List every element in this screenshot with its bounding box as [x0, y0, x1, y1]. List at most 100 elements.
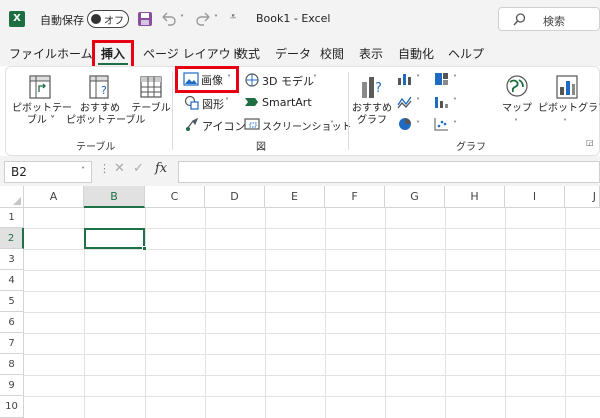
scatter-chart-icon[interactable]: [434, 117, 450, 131]
formula-input[interactable]: [178, 161, 600, 183]
column-header-g[interactable]: G: [385, 186, 445, 208]
grid-line: [24, 333, 600, 334]
row-header-2[interactable]: 2: [0, 228, 24, 249]
row-header-9[interactable]: 9: [0, 375, 24, 396]
worksheet-grid[interactable]: A B C D E F G H I J 1 2 3 4 5 6 7 8 9 10: [0, 186, 600, 418]
map-icon: [506, 75, 528, 97]
recommended-chart-button[interactable]: おすすめ グラフ: [350, 103, 394, 127]
screenshot-dropdown-icon[interactable]: ˅: [330, 120, 334, 129]
tab-review[interactable]: 校閲: [320, 45, 344, 62]
document-title: Book1 - Excel: [256, 12, 331, 25]
column-header-e[interactable]: E: [265, 186, 325, 208]
shapes-icon: [184, 95, 199, 110]
row-header-8[interactable]: 8: [0, 354, 24, 375]
column-chart-icon[interactable]: [397, 72, 413, 86]
recommended-pivot-icon: ?: [89, 75, 109, 99]
grid-line: [205, 208, 206, 418]
search-placeholder: 検索: [543, 15, 565, 28]
insert-function-button[interactable]: fx: [155, 161, 167, 176]
name-box-dropdown-icon[interactable]: ˅: [81, 166, 85, 175]
3d-model-dropdown-icon[interactable]: ˅: [313, 74, 317, 83]
line-chart-icon[interactable]: [397, 95, 413, 109]
row-header-4[interactable]: 4: [0, 270, 24, 291]
row-header-1[interactable]: 1: [0, 208, 24, 228]
enter-icon[interactable]: ✓: [133, 161, 144, 176]
tab-home[interactable]: ホーム: [57, 45, 93, 62]
tab-data[interactable]: データ: [275, 45, 311, 62]
autosave-state: オフ: [104, 16, 124, 27]
screenshot-icon: [244, 118, 260, 130]
pivot-table-button[interactable]: ピボットテー ブル ˅: [12, 103, 72, 127]
hierarchy-chart-dropdown-icon[interactable]: ˅: [453, 74, 457, 83]
3d-model-button[interactable]: 3D モデル: [262, 73, 314, 89]
undo-dropdown-icon[interactable]: ˅: [180, 14, 184, 23]
column-header-h[interactable]: H: [445, 186, 505, 208]
group-label-illustrations: 図: [256, 142, 266, 153]
table-button[interactable]: テーブル: [131, 103, 171, 115]
grid-line: [24, 291, 600, 292]
shapes-button[interactable]: 図形: [202, 96, 224, 112]
select-all-corner[interactable]: [0, 186, 24, 208]
row-header-5[interactable]: 5: [0, 291, 24, 312]
tab-formulas[interactable]: 数式: [236, 45, 260, 62]
row-header-3[interactable]: 3: [0, 249, 24, 270]
grid-line: [265, 208, 266, 418]
save-icon[interactable]: [137, 11, 153, 27]
column-header-c[interactable]: C: [145, 186, 205, 208]
3d-model-icon: [245, 73, 259, 87]
shapes-dropdown-icon[interactable]: ˅: [225, 97, 229, 106]
tab-automate[interactable]: 自動化: [398, 45, 434, 62]
svg-text:?: ?: [101, 84, 107, 97]
pie-chart-dropdown-icon[interactable]: ˅: [416, 120, 420, 129]
column-chart-dropdown-icon[interactable]: ˅: [416, 74, 420, 83]
tab-help[interactable]: ヘルプ: [448, 45, 484, 62]
map-dropdown-icon[interactable]: ˅: [514, 118, 518, 127]
svg-text:?: ?: [375, 81, 382, 96]
pivot-chart-button[interactable]: ピボットグラフ: [538, 103, 600, 115]
cancel-icon[interactable]: ✕: [114, 161, 125, 176]
statistic-chart-dropdown-icon[interactable]: ˅: [453, 97, 457, 106]
redo-dropdown-icon[interactable]: ˅: [214, 14, 218, 23]
group-label-charts: グラフ: [456, 142, 486, 153]
grid-line: [24, 249, 600, 250]
line-chart-dropdown-icon[interactable]: ˅: [416, 97, 420, 106]
grid-line: [24, 396, 600, 397]
row-header-10[interactable]: 10: [0, 396, 24, 418]
statistic-chart-icon[interactable]: [434, 95, 450, 109]
column-header-a[interactable]: A: [24, 186, 84, 208]
name-box[interactable]: B2 ˅: [4, 161, 92, 183]
screenshot-button[interactable]: スクリーンショット: [262, 118, 352, 133]
table-icon: [140, 76, 162, 98]
icons-button[interactable]: アイコン: [202, 118, 245, 134]
tab-file[interactable]: ファイル: [9, 45, 57, 62]
column-header-d[interactable]: D: [205, 186, 265, 208]
column-header-j[interactable]: J: [565, 186, 600, 208]
map-button[interactable]: マップ: [500, 103, 534, 115]
dialog-launcher-icon[interactable]: ◲: [586, 138, 594, 147]
grid-line: [145, 208, 146, 418]
row-header-6[interactable]: 6: [0, 312, 24, 333]
qat-customize-icon[interactable]: ⩡: [230, 10, 236, 24]
recommended-pivot-button[interactable]: おすすめ ピボットテーブル: [66, 103, 145, 127]
fill-handle[interactable]: [142, 246, 147, 251]
row-header-7[interactable]: 7: [0, 333, 24, 354]
column-header-b[interactable]: B: [84, 186, 145, 208]
autosave-toggle[interactable]: オフ: [87, 10, 129, 28]
pivot-chart-dropdown-icon[interactable]: ˅: [563, 118, 567, 127]
active-cell-b2[interactable]: [84, 228, 145, 249]
undo-icon[interactable]: [160, 11, 178, 27]
hierarchy-chart-icon[interactable]: [434, 72, 450, 86]
tab-page-layout[interactable]: ページ レイアウト: [143, 45, 243, 62]
redo-icon[interactable]: [194, 11, 212, 27]
more-options-icon[interactable]: ⋮: [99, 162, 110, 175]
recommended-chart-icon: ?: [362, 77, 382, 98]
column-header-i[interactable]: I: [505, 186, 565, 208]
search-box[interactable]: 検索: [498, 7, 600, 31]
pie-chart-icon[interactable]: [397, 117, 413, 131]
column-header-f[interactable]: F: [325, 186, 385, 208]
tab-view[interactable]: 表示: [359, 45, 383, 62]
smartart-button[interactable]: SmartArt: [262, 96, 312, 109]
grid-line: [24, 270, 600, 271]
scatter-chart-dropdown-icon[interactable]: ˅: [453, 120, 457, 129]
grid-line: [24, 375, 600, 376]
